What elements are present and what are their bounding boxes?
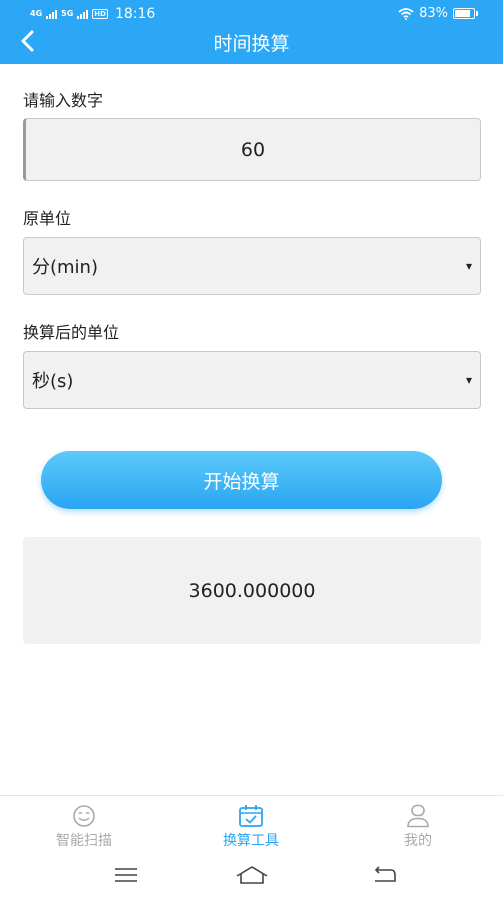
- number-input-box: [23, 118, 481, 181]
- to-unit-value: 秒(s): [32, 371, 74, 392]
- calendar-check-icon: [239, 805, 263, 827]
- bottom-tab-bar: 智能扫描 换算工具 我的: [0, 795, 503, 855]
- status-bar: 4G 5G HD 18:16 83%: [0, 0, 503, 26]
- number-input[interactable]: [26, 119, 480, 180]
- back-nav-button[interactable]: [364, 863, 404, 887]
- tab-label-smart-scan: 智能扫描: [56, 833, 112, 849]
- hd-badge: HD: [92, 9, 108, 19]
- status-right: 83%: [398, 6, 478, 21]
- status-time: 18:16: [114, 6, 156, 22]
- page-title: 时间换算: [213, 33, 290, 55]
- network-type-2: 5G: [61, 9, 74, 18]
- caret-down-icon: ▾: [465, 259, 472, 273]
- system-nav-bar: [0, 855, 503, 897]
- caret-down-icon-2: ▾: [465, 373, 472, 387]
- user-icon: [407, 804, 429, 828]
- network-type-1: 4G: [30, 9, 43, 18]
- signal-bars-icon: [46, 9, 58, 19]
- result-value: 3600.000000: [188, 579, 316, 602]
- from-unit-label: 原单位: [23, 209, 72, 228]
- app-bar: 4G 5G HD 18:16 83% 时间换算: [0, 0, 503, 64]
- from-unit-value: 分(min): [32, 257, 98, 278]
- battery-percent: 83%: [419, 6, 448, 21]
- tab-smart-scan[interactable]: 智能扫描: [24, 804, 144, 850]
- convert-button[interactable]: 开始换算: [41, 451, 442, 509]
- tab-label-mine: 我的: [404, 833, 432, 849]
- from-unit-select[interactable]: 分(min) ▾: [23, 237, 481, 295]
- tab-label-conversion-tools: 换算工具: [223, 833, 279, 849]
- home-nav-button[interactable]: [232, 863, 272, 887]
- number-label: 请输入数字: [23, 91, 104, 110]
- result-box: 3600.000000: [23, 537, 481, 644]
- menu-icon: [115, 868, 137, 882]
- battery-icon: [453, 8, 478, 19]
- wifi-icon: [398, 7, 414, 20]
- smile-scan-icon: [73, 805, 95, 827]
- tab-conversion-tools[interactable]: 换算工具: [191, 804, 311, 850]
- menu-nav-button[interactable]: [106, 863, 146, 887]
- to-unit-select[interactable]: 秒(s) ▾: [23, 351, 481, 409]
- tab-mine[interactable]: 我的: [358, 804, 478, 850]
- status-left: 4G 5G HD 18:16: [30, 6, 155, 22]
- to-unit-label: 换算后的单位: [23, 323, 120, 342]
- home-icon: [236, 866, 268, 884]
- return-icon: [374, 866, 396, 882]
- signal-bars-icon-2: [77, 9, 89, 19]
